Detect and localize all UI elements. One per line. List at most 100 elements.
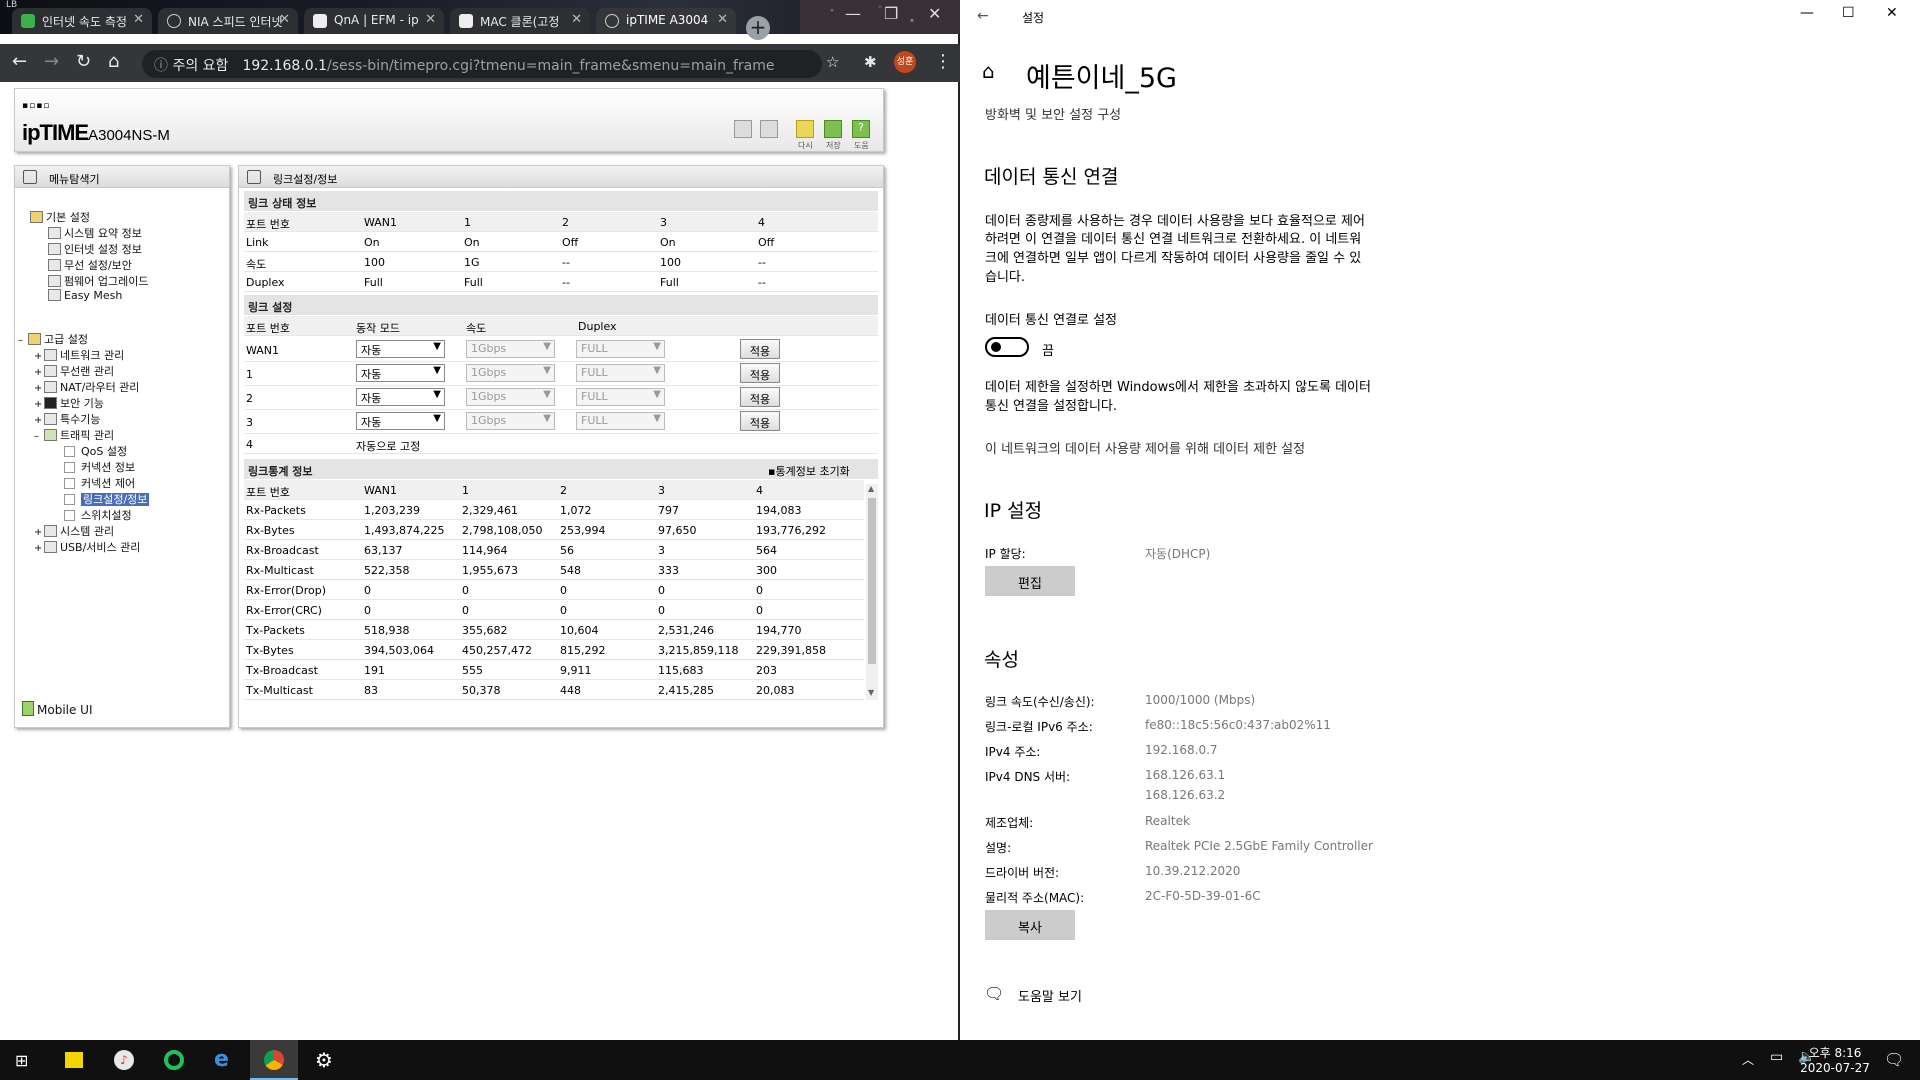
close-icon[interactable]: ✕	[717, 12, 728, 27]
apply-button[interactable]: 적용	[740, 339, 780, 359]
taskbar-sticky[interactable]	[50, 1040, 98, 1080]
reboot-icon[interactable]	[796, 120, 814, 138]
close-icon[interactable]: ✕	[425, 12, 436, 27]
chevron-up-icon[interactable]: ︿	[1742, 1051, 1754, 1068]
speed-select[interactable]: 1Gbps ▼	[466, 412, 555, 430]
tree-item[interactable]: + 무선랜 관리	[34, 363, 114, 379]
copy-button[interactable]: 복사	[985, 910, 1075, 940]
close-window-icon[interactable]: ✕	[928, 4, 941, 23]
home-icon[interactable]: ⌂	[108, 53, 119, 71]
taskbar-itunes[interactable]: ♪	[100, 1040, 148, 1080]
stats-scrollbar[interactable]: ▲ ▼	[866, 484, 878, 700]
taskbar-app[interactable]	[150, 1040, 198, 1080]
reset-stats-button[interactable]: ▪통계정보 초기화	[768, 463, 850, 479]
maximize-icon[interactable]: ☐	[1842, 5, 1855, 21]
tree-item[interactable]: + 시스템 관리	[34, 523, 114, 539]
metered-toggle[interactable]	[985, 337, 1029, 357]
tree-basic[interactable]: 기본 설정	[30, 209, 90, 225]
back-icon[interactable]: ←	[12, 53, 27, 71]
taskbar-ie[interactable]: e	[200, 1040, 248, 1080]
clock-date[interactable]: 2020-07-27	[1793, 1061, 1877, 1075]
tree-item[interactable]: 인터넷 설정 정보	[48, 241, 142, 257]
duplex-select[interactable]: FULL ▼	[576, 340, 665, 358]
tab-iptime[interactable]: ipTIME A3004 ✕	[596, 8, 736, 34]
tab-mac[interactable]: MAC 클론(고정 ✕	[450, 8, 590, 34]
minimize-icon[interactable]: —	[845, 4, 861, 23]
tree-subitem[interactable]: 커넥션 정보	[64, 459, 135, 475]
speed-select[interactable]: 1Gbps ▼	[466, 340, 555, 358]
close-icon[interactable]: ✕	[133, 12, 144, 27]
save-icon[interactable]	[824, 120, 842, 138]
help-link[interactable]: 도움말 보기	[1018, 986, 1082, 1005]
mode-select[interactable]: 자동 ▼	[356, 340, 445, 358]
speed-select[interactable]: 1Gbps ▼	[466, 364, 555, 382]
tree-subitem[interactable]: 커넥션 제어	[64, 475, 135, 491]
minimize-icon[interactable]: —	[1800, 5, 1814, 21]
firewall-link[interactable]: 방화벽 및 보안 설정 구성	[985, 104, 1121, 123]
back-icon[interactable]: ←	[977, 8, 989, 24]
address-bar[interactable]: ⓘ 주의 요함 192.168.0.1/sess-bin/timepro.cgi?…	[142, 50, 822, 78]
expand-icon[interactable]: +	[34, 415, 44, 426]
tree-item[interactable]: + NAT/라우터 관리	[34, 379, 139, 395]
tree-item[interactable]: 시스템 요약 정보	[48, 225, 142, 241]
expand-icon[interactable]: +	[34, 527, 44, 538]
apply-button[interactable]: 적용	[740, 411, 780, 431]
expand-icon[interactable]: +	[34, 399, 44, 410]
expand-icon[interactable]: +	[34, 351, 44, 362]
apply-button[interactable]: 적용	[740, 387, 780, 407]
tab-nia[interactable]: NIA 스피드 인터넷 ✕	[158, 8, 298, 34]
taskbar-chrome[interactable]	[250, 1040, 298, 1080]
new-tab-button[interactable]: +	[746, 16, 770, 40]
logout-icon[interactable]	[760, 120, 778, 138]
tree-item[interactable]: + 보안 기능	[34, 395, 104, 411]
home-icon[interactable]	[734, 120, 752, 138]
collapse-icon[interactable]: –	[18, 335, 28, 346]
duplex-select[interactable]: FULL ▼	[576, 364, 665, 382]
profile-avatar[interactable]: 성훈	[894, 51, 916, 73]
network-icon[interactable]: ▭	[1770, 1049, 1783, 1065]
close-icon[interactable]: ✕	[279, 12, 290, 27]
edit-button[interactable]: 편집	[985, 566, 1075, 596]
collapse-icon[interactable]: –	[34, 431, 44, 442]
taskbar-settings[interactable]: ⚙	[300, 1040, 348, 1080]
tree-item[interactable]: + 네트워크 관리	[34, 347, 124, 363]
notification-icon[interactable]: 🗨	[1884, 1050, 1904, 1069]
reload-icon[interactable]: ↻	[76, 53, 91, 71]
extensions-icon[interactable]: ✱	[864, 53, 877, 71]
tree-subitem[interactable]: 스위치설정	[64, 507, 132, 523]
tree-subitem[interactable]: QoS 설정	[64, 443, 127, 459]
apply-button[interactable]: 적용	[740, 363, 780, 383]
maximize-icon[interactable]: ❐	[884, 4, 898, 23]
tree-item[interactable]: 펌웨어 업그레이드	[48, 273, 148, 289]
close-icon[interactable]: ✕	[571, 12, 582, 27]
scroll-thumb[interactable]	[868, 498, 876, 664]
mode-select[interactable]: 자동 ▼	[356, 412, 445, 430]
mobile-ui-link[interactable]: Mobile UI	[22, 701, 93, 717]
expand-icon[interactable]: +	[34, 383, 44, 394]
tree-item[interactable]: 무선 설정/보안	[48, 257, 132, 273]
forward-icon[interactable]: →	[44, 53, 59, 71]
tree-item[interactable]: + USB/서비스 관리	[34, 539, 140, 555]
duplex-select[interactable]: FULL ▼	[576, 412, 665, 430]
tree-subitem-selected[interactable]: 링크설정/정보	[64, 491, 150, 507]
expand-icon[interactable]: +	[34, 543, 44, 554]
menu-icon[interactable]: ⋮	[934, 53, 952, 71]
tree-item[interactable]: – 트래픽 관리	[34, 427, 114, 443]
speed-select[interactable]: 1Gbps ▼	[466, 388, 555, 406]
help-icon[interactable]: ?	[852, 120, 870, 138]
home-icon[interactable]: ⌂	[982, 59, 995, 83]
clock-time[interactable]: 오후 8:16	[1800, 1044, 1870, 1061]
close-icon[interactable]: ✕	[1886, 5, 1898, 21]
scroll-down-icon[interactable]: ▼	[868, 688, 874, 697]
start-button[interactable]: ⊞	[0, 1040, 48, 1080]
tree-item[interactable]: Easy Mesh	[48, 289, 122, 302]
scroll-up-icon[interactable]: ▲	[868, 484, 874, 493]
expand-icon[interactable]: +	[34, 367, 44, 378]
mode-select[interactable]: 자동 ▼	[356, 364, 445, 382]
duplex-select[interactable]: FULL ▼	[576, 388, 665, 406]
data-limit-link[interactable]: 이 네트워크의 데이터 사용량 제어를 위해 데이터 제한 설정	[985, 438, 1305, 457]
tab-speedtest[interactable]: 인터넷 속도 측정 ✕	[12, 8, 152, 34]
tab-qna[interactable]: QnA | EFM - ip ✕	[304, 8, 444, 34]
tree-item[interactable]: + 특수기능	[34, 411, 100, 427]
tree-advanced[interactable]: – 고급 설정	[18, 331, 88, 347]
